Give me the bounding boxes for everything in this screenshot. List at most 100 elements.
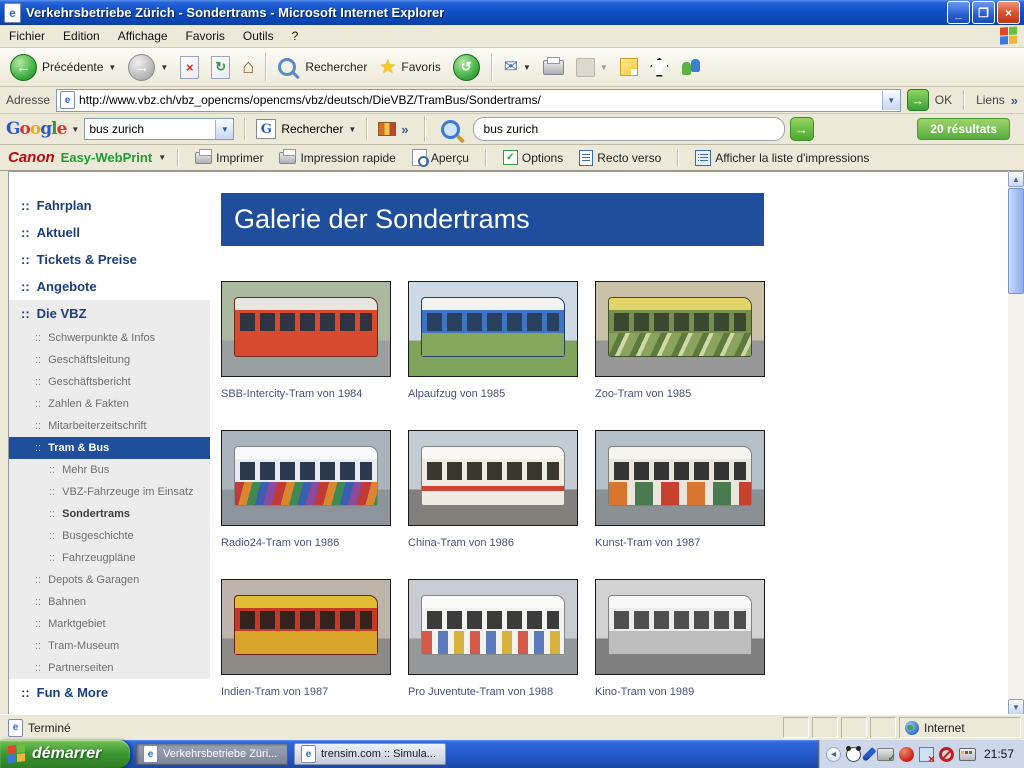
back-dropdown[interactable]: ▼ — [108, 63, 116, 72]
sidebar-item-busgeschichte[interactable]: ::Busgeschichte — [9, 525, 210, 547]
panda-tray-icon[interactable] — [846, 747, 861, 762]
sidebar-item-mitarbeiterzeitschrift[interactable]: ::Mitarbeiterzeitschrift — [9, 415, 210, 437]
sidebar-item-geschaeftsleitung[interactable]: ::Geschäftsleitung — [9, 349, 210, 371]
blocked-tray-icon[interactable] — [939, 747, 954, 762]
network-error-tray-icon[interactable] — [919, 747, 934, 762]
canon-options-button[interactable]: ✓ Options — [498, 148, 568, 167]
menu-affichage[interactable]: Affichage — [109, 26, 177, 46]
easywebprint-menu[interactable]: Easy-WebPrint — [61, 150, 153, 165]
back-button[interactable]: ← Précédente ▼ — [4, 51, 122, 84]
tram-photo-kunst[interactable] — [595, 430, 765, 526]
address-input[interactable]: e http://www.vbz.ch/vbz_opencms/opencms/… — [56, 89, 901, 112]
google-logo-dropdown[interactable]: ▼ — [71, 125, 79, 134]
sidebar-item-fun-more[interactable]: ::Fun & More — [9, 679, 210, 706]
edit-button[interactable]: ▼ — [570, 55, 614, 80]
tray-collapse-chevron[interactable]: ◂ — [826, 747, 841, 762]
search-button[interactable]: Rechercher — [272, 55, 373, 79]
scroll-down-button[interactable]: ▼ — [1008, 699, 1024, 715]
google-query-dropdown[interactable]: ▼ — [215, 120, 233, 139]
canon-print-list-button[interactable]: Afficher la liste d'impressions — [690, 148, 874, 168]
sidebar-item-vbz-fahrzeuge[interactable]: ::VBZ-Fahrzeuge im Einsatz — [9, 481, 210, 503]
sidebar-item-schwerpunkte-infos[interactable]: ::Schwerpunkte & Infos — [9, 327, 210, 349]
tram-photo-china[interactable] — [408, 430, 578, 526]
sidebar-item-mehr-bus[interactable]: ::Mehr Bus — [9, 459, 210, 481]
menu-aide[interactable]: ? — [283, 26, 308, 46]
mail-button[interactable]: ✉ ▼ — [498, 54, 537, 80]
sidebar-item-fahrzeugplaene[interactable]: ::Fahrzeugpläne — [9, 547, 210, 569]
sidebar-item-aktuell[interactable]: ::Aktuell — [9, 219, 210, 246]
canon-preview-button[interactable]: Aperçu — [407, 147, 474, 168]
canon-print-button[interactable]: Imprimer — [190, 149, 268, 167]
tray-clock[interactable]: 21:57 — [984, 747, 1014, 761]
side-search-input[interactable]: bus zurich — [473, 117, 785, 141]
discuss-button[interactable] — [614, 55, 644, 79]
pen-tray-icon[interactable] — [862, 747, 877, 762]
color-printer-tray-icon[interactable] — [959, 748, 976, 761]
sidebar-item-tickets-preise[interactable]: ::Tickets & Preise — [9, 246, 210, 273]
maximize-button[interactable]: ❐ — [972, 1, 995, 24]
forward-icon: → — [128, 54, 155, 81]
google-more-chevron[interactable]: » — [401, 122, 408, 137]
stop-button[interactable]: × — [174, 53, 205, 82]
links-label[interactable]: Liens — [976, 93, 1005, 107]
print-button[interactable] — [537, 57, 570, 78]
easywebprint-dropdown[interactable]: ▼ — [158, 153, 166, 162]
canon-duplex-button[interactable]: Recto verso — [574, 148, 666, 168]
sidebar-item-marktgebiet[interactable]: ::Marktgebiet — [9, 613, 210, 635]
scrollbar-thumb[interactable] — [1008, 188, 1024, 294]
sidebar-item-partnerseiten[interactable]: ::Partnerseiten — [9, 657, 210, 679]
tram-photo-indien[interactable] — [221, 579, 391, 675]
sidebar-item-angebote[interactable]: ::Angebote — [9, 273, 210, 300]
side-search-go-button[interactable]: → — [790, 117, 814, 141]
tram-photo-zoo[interactable] — [595, 281, 765, 377]
google-logo[interactable]: Google — [6, 119, 66, 139]
printer-ok-tray-icon[interactable] — [877, 748, 894, 761]
menu-fichier[interactable]: Fichier — [0, 26, 54, 46]
sidebar-item-depots-garagen[interactable]: ::Depots & Garagen — [9, 569, 210, 591]
results-badge[interactable]: 20 résultats — [917, 118, 1010, 140]
sidebar-item-zahlen-fakten[interactable]: ::Zahlen & Fakten — [9, 393, 210, 415]
sidebar-item-geschaeftsbericht[interactable]: ::Geschäftsbericht — [9, 371, 210, 393]
refresh-button[interactable]: ↻ — [205, 53, 236, 82]
tram-photo-kino[interactable] — [595, 579, 765, 675]
sidebar-item-fahrplan[interactable]: ::Fahrplan — [9, 192, 210, 219]
taskbar-task-vbz[interactable]: e Verkehrsbetriebe Züri... — [136, 743, 288, 765]
history-button[interactable]: ↺ — [447, 51, 486, 84]
tram-photo-pro-juventute[interactable] — [408, 579, 578, 675]
address-dropdown[interactable]: ▼ — [882, 91, 900, 110]
sidebar-item-tram-bus[interactable]: ::Tram & Bus — [9, 437, 210, 459]
home-button[interactable]: ⌂ — [236, 53, 260, 82]
links-chevron[interactable]: » — [1011, 93, 1018, 108]
taskbar-task-trensim[interactable]: e trensim.com :: Simula... — [294, 743, 446, 765]
scroll-up-button[interactable]: ▲ — [1008, 171, 1024, 187]
vertical-scrollbar[interactable]: ▲ ▼ — [1008, 171, 1024, 715]
start-button[interactable]: démarrer — [0, 740, 130, 768]
sidebar-item-sondertrams[interactable]: ::Sondertrams — [9, 503, 210, 525]
sidebar-item-bahnen[interactable]: ::Bahnen — [9, 591, 210, 613]
favorites-button[interactable]: ★ Favoris — [373, 53, 446, 82]
red-app-tray-icon[interactable] — [899, 747, 914, 762]
forward-button[interactable]: → ▼ — [122, 51, 174, 84]
forward-dropdown[interactable]: ▼ — [160, 63, 168, 72]
tram-photo-sbb-intercity[interactable] — [221, 281, 391, 377]
messenger-button[interactable] — [675, 55, 707, 79]
google-search-input[interactable]: bus zurich ▼ — [84, 118, 234, 140]
menu-favoris[interactable]: Favoris — [177, 26, 234, 46]
research-button[interactable] — [644, 55, 675, 80]
minimize-button[interactable]: _ — [947, 1, 970, 24]
tram-illustration — [234, 297, 379, 357]
sidebar-item-die-vbz[interactable]: ::Die VBZ — [9, 300, 210, 327]
edit-dropdown[interactable]: ▼ — [600, 63, 608, 72]
menu-edition[interactable]: Edition — [54, 26, 109, 46]
tram-photo-radio24[interactable] — [221, 430, 391, 526]
close-button[interactable]: × — [997, 1, 1020, 24]
sidebar-item-tram-museum[interactable]: ::Tram-Museum — [9, 635, 210, 657]
google-search-dropdown[interactable]: ▼ — [348, 125, 356, 134]
menu-outils[interactable]: Outils — [234, 26, 283, 46]
google-search-button[interactable]: Rechercher — [281, 122, 343, 136]
mail-dropdown[interactable]: ▼ — [523, 63, 531, 72]
canon-quick-print-button[interactable]: Impression rapide — [274, 149, 400, 167]
go-button[interactable]: → — [907, 89, 929, 111]
tram-photo-alpaufzug[interactable] — [408, 281, 578, 377]
popup-blocker-icon[interactable] — [378, 122, 396, 136]
